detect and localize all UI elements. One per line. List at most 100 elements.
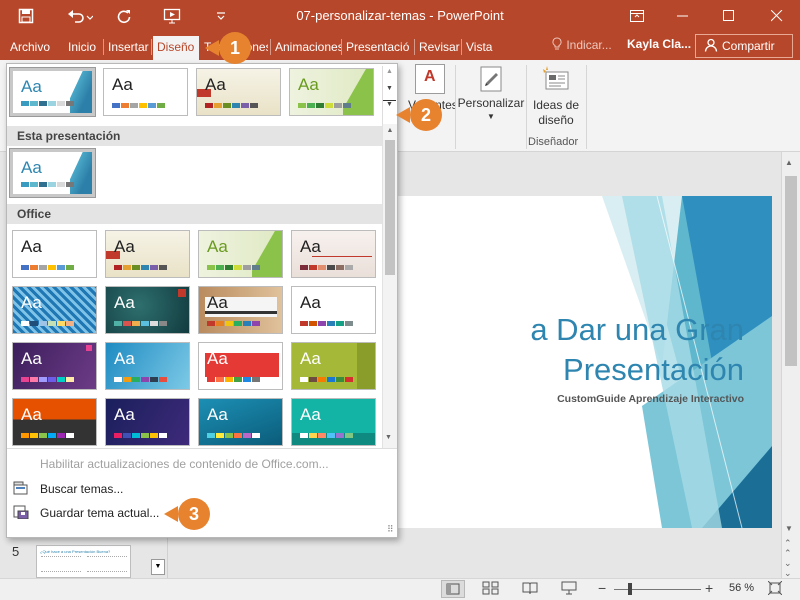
theme-preview-text: Aa (114, 349, 135, 368)
zoom-out-icon[interactable]: − (598, 581, 606, 595)
reading-view-icon[interactable] (521, 581, 539, 598)
section-office: Office (7, 204, 382, 224)
scroll-up-icon[interactable]: ▲ (785, 158, 793, 167)
fit-to-window-icon[interactable] (767, 580, 783, 598)
gallery-scroll-down-icon[interactable]: ▼ (385, 434, 392, 441)
next-slide-icon[interactable]: ⌄ ⌄ (784, 558, 792, 578)
theme-thumbnail[interactable]: Aa (105, 230, 190, 278)
theme-color-swatches (300, 433, 353, 438)
ribbon-tabs: Archivo Inicio Insertar Diseño Transicio… (0, 32, 800, 60)
browse-themes-label: Buscar temas... (40, 482, 124, 496)
tell-me-search[interactable]: Indicar... (551, 37, 612, 52)
theme-preview-text: Aa (114, 405, 135, 424)
theme-thumbnail[interactable]: Aa (103, 68, 188, 116)
gallery-down-icon[interactable]: ▼ (383, 85, 396, 92)
gallery-scroll-up-icon[interactable]: ▲ (383, 127, 397, 134)
theme-thumbnail-current[interactable]: Aa (9, 148, 96, 198)
theme-preview-text: Aa (207, 237, 228, 256)
tab-animaciones[interactable]: Animaciones (271, 36, 341, 60)
theme-preview-text: Aa (300, 293, 321, 312)
theme-color-swatches (21, 265, 74, 270)
design-ideas-button[interactable]: Ideas de diseño (527, 64, 585, 128)
theme-thumbnail[interactable]: Aa (291, 342, 376, 390)
theme-preview-text: Aa (21, 349, 42, 368)
theme-thumbnail[interactable]: Aa (105, 342, 190, 390)
resize-grip-icon[interactable]: ⠿ (387, 524, 394, 535)
theme-thumbnail[interactable]: Aa (291, 398, 376, 446)
customize-button[interactable]: Personalizar ▼ (456, 64, 526, 121)
theme-thumbnail[interactable]: Aa (105, 398, 190, 446)
theme-color-swatches (207, 377, 260, 382)
theme-color-swatches (112, 103, 165, 108)
theme-thumbnail[interactable]: Aa (196, 68, 281, 116)
chevron-down-icon: ▼ (487, 112, 495, 121)
zoom-slider-thumb[interactable] (628, 583, 632, 595)
theme-thumbnail[interactable]: Aa (105, 286, 190, 334)
theme-preview-text: Aa (21, 293, 42, 312)
theme-thumbnail[interactable]: Aa (198, 342, 283, 390)
scroll-down-icon[interactable]: ▼ (785, 524, 793, 533)
save-theme-label: Guardar tema actual... (40, 506, 160, 520)
maximize-icon[interactable] (712, 4, 746, 28)
close-icon[interactable] (760, 4, 794, 28)
slide-subtitle: CustomGuide Aprendizaje Interactivo (557, 393, 744, 405)
status-bar: − + 56 % (0, 578, 800, 600)
tab-revisar[interactable]: Revisar (415, 36, 461, 60)
tab-vista[interactable]: Vista (462, 36, 498, 60)
theme-thumbnail[interactable]: Aa (291, 230, 376, 278)
theme-thumbnail[interactable]: Aa (198, 398, 283, 446)
callout-3: 3 (178, 498, 210, 530)
zoom-in-icon[interactable]: + (705, 581, 713, 595)
minimize-icon[interactable] (666, 4, 700, 28)
normal-view-icon[interactable] (441, 580, 465, 598)
user-name[interactable]: Kayla Cla... (627, 37, 691, 51)
slide-sorter-icon[interactable] (482, 581, 500, 598)
title-bar: 07-personalizar-temas - PowerPoint (0, 0, 800, 32)
theme-preview-text: Aa (114, 237, 135, 256)
scroll-thumb[interactable] (785, 176, 797, 366)
theme-thumbnail[interactable]: Aa (291, 286, 376, 334)
thumbnail-scroll-down-icon[interactable]: ▼ (151, 559, 165, 575)
theme-preview-text: Aa (21, 158, 42, 177)
tab-insertar[interactable]: Insertar (104, 36, 151, 60)
gallery-up-icon[interactable]: ▲ (383, 68, 396, 75)
theme-color-swatches (114, 321, 167, 326)
save-theme-icon (13, 505, 29, 519)
slide-title-line1: a Dar una Gran (530, 312, 744, 347)
theme-thumbnail[interactable]: Aa (289, 68, 374, 116)
customize-label: Personalizar (457, 96, 525, 110)
theme-thumbnail[interactable]: Aa (198, 230, 283, 278)
enable-updates-menu-item: Habilitar actualizaciones de contenido d… (40, 457, 329, 471)
theme-thumbnail[interactable]: Aa (9, 67, 96, 117)
theme-thumbnail[interactable]: Aa (12, 342, 97, 390)
ribbon-display-options-icon[interactable] (620, 4, 654, 28)
tab-inicio[interactable]: Inicio (64, 36, 102, 60)
callout-1-pointer (205, 40, 219, 56)
theme-preview-text: Aa (300, 405, 321, 424)
theme-thumbnail[interactable]: Aa (12, 398, 97, 446)
theme-thumbnail[interactable]: Aa (12, 230, 97, 278)
share-button[interactable]: Compartir (695, 34, 793, 58)
gallery-scroll-thumb[interactable] (385, 140, 395, 275)
theme-color-swatches (21, 433, 74, 438)
section-this-presentation: Esta presentación (7, 126, 382, 146)
previous-slide-icon[interactable]: ⌃ ⌃ (784, 538, 792, 558)
theme-thumbnail[interactable]: Aa (12, 286, 97, 334)
vertical-scrollbar[interactable]: ▲ ▼ ⌃ ⌃ ⌄ ⌄ (781, 152, 800, 578)
gallery-scrollbar[interactable]: ▲ ▼ (382, 124, 397, 449)
tab-diseno[interactable]: Diseño (153, 36, 199, 60)
theme-color-swatches (114, 377, 167, 382)
slideshow-icon[interactable] (560, 581, 578, 598)
theme-preview-text: Aa (21, 77, 42, 96)
themes-gallery[interactable]: ▲ ▼ ▼ Esta presentación Office ▲ ▼ Habil… (6, 63, 398, 538)
callout-2: 2 (410, 99, 442, 131)
share-label: Compartir (722, 39, 775, 53)
theme-color-swatches (298, 103, 351, 108)
lightbulb-icon (552, 37, 562, 50)
gallery-more-icon[interactable]: ▼ (383, 100, 396, 108)
slide-thumbnail[interactable]: ¿Qué hace a una Presentación Buena? (36, 545, 131, 578)
tab-presentacion[interactable]: Presentació (342, 36, 413, 60)
zoom-level[interactable]: 56 % (729, 582, 754, 594)
theme-thumbnail[interactable]: Aa (198, 286, 283, 334)
tab-archivo[interactable]: Archivo (6, 36, 56, 60)
